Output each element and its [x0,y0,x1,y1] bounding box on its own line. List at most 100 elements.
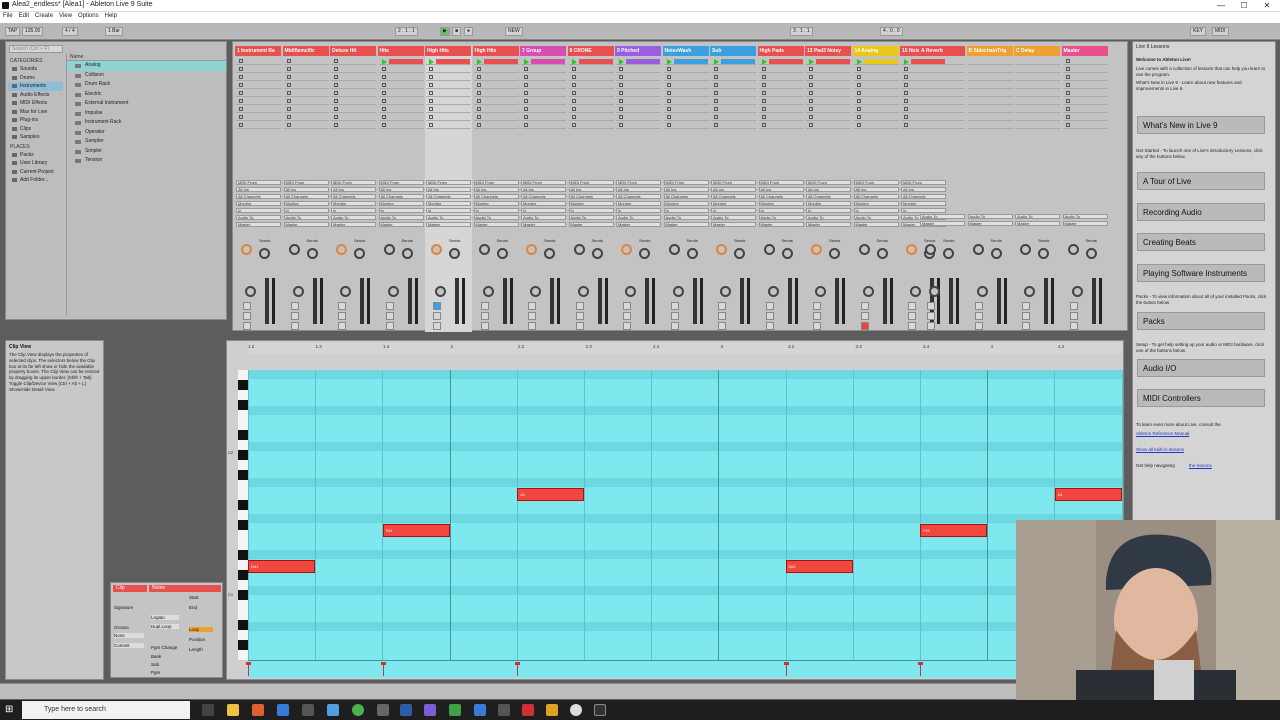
clip-stop-icon[interactable] [571,107,576,111]
clip-stop-icon[interactable] [856,75,861,79]
routing-field[interactable]: Audio To [758,215,804,220]
track-number-button[interactable] [927,302,935,310]
clip-stop-icon[interactable] [286,115,291,119]
clip-slot[interactable] [1015,58,1060,65]
solo-button[interactable] [243,312,251,320]
clip-slot[interactable] [663,90,709,97]
clip-slot[interactable] [283,58,329,65]
clip-stop-icon[interactable] [856,91,861,95]
menu-create[interactable]: Create [32,12,56,20]
clip-stop-icon[interactable] [904,83,908,87]
lesson-packs-button[interactable]: Packs [1137,312,1265,330]
pan-knob[interactable] [482,286,494,297]
app-icon[interactable] [546,704,558,716]
clip-stop-icon[interactable] [429,67,433,71]
black-key[interactable] [238,620,248,630]
clip-stop-icon[interactable] [714,67,718,71]
clip-stop-icon[interactable] [239,99,243,103]
volume-fader[interactable] [265,278,269,324]
clip-stop-icon[interactable] [239,91,243,95]
clip-stop-icon[interactable] [381,107,386,111]
clip-stop-icon[interactable] [239,115,243,119]
clip-stop-icon[interactable] [619,99,623,103]
clip-slot[interactable] [1015,122,1060,129]
routing-field[interactable]: MIDI From [426,180,471,185]
velocity-marker[interactable] [515,662,521,676]
lesson-software-instruments-button[interactable]: Playing Software Instruments [1137,264,1265,282]
menu-options[interactable]: Options [75,12,102,20]
clip-stop-icon[interactable] [239,67,243,71]
black-key[interactable] [238,430,248,440]
clip-slot[interactable] [426,74,471,81]
clip-stop-icon[interactable] [904,67,908,71]
routing-field[interactable]: MIDI From [521,180,566,185]
clip-stop-icon[interactable] [239,123,243,127]
routing-field[interactable]: Audio To [711,215,756,220]
clip-slot[interactable] [711,114,756,121]
clip-slot[interactable] [568,90,614,97]
menu-file[interactable]: File [0,12,16,20]
clip-stop-icon[interactable] [856,115,861,119]
routing-field[interactable]: Monitor [663,201,709,206]
clip-slot[interactable] [378,82,424,89]
clip-stop-icon[interactable] [334,83,338,87]
routing-field[interactable]: Master [521,222,566,227]
volume-fader[interactable] [740,278,744,324]
routing-field[interactable]: Monitor [378,201,424,206]
clip-slot[interactable] [568,114,614,121]
track-title[interactable]: Deluxe Hit [330,46,376,56]
clip-slot[interactable] [331,106,376,113]
place-user-library[interactable]: User Library [8,159,63,168]
clip-slot[interactable] [283,106,329,113]
clip-stop-icon[interactable] [666,115,671,119]
clip-slot[interactable] [331,90,376,97]
black-key[interactable] [238,590,248,600]
clip-launch-icon[interactable] [381,59,387,65]
volume-fader[interactable] [882,278,887,324]
volume-fader[interactable] [1044,278,1048,324]
clip-slot[interactable] [236,66,281,73]
clip-slot[interactable] [616,82,661,89]
clip-slot[interactable] [283,74,329,81]
pan-knob[interactable] [340,286,351,297]
clip-stop-icon[interactable] [524,123,528,127]
send-b-knob[interactable] [544,248,555,259]
track-title[interactable]: Master [1061,46,1108,56]
send-a-knob[interactable] [858,244,870,255]
clip-stop-icon[interactable] [619,123,623,127]
clip-stop-icon[interactable] [619,75,623,79]
clip-slot[interactable] [967,106,1013,113]
notes-tab[interactable]: Notes [149,585,221,592]
time-signature-field[interactable]: 4 / 4 [62,27,78,36]
send-a-knob[interactable] [925,244,936,255]
clip-launch-icon[interactable] [904,59,909,65]
clip-slot[interactable] [473,90,519,97]
maximize-button[interactable]: ☐ [1233,0,1255,12]
clip-slot[interactable] [1015,98,1060,105]
clip-stop-icon[interactable] [714,91,718,95]
clip-slot[interactable] [378,114,424,121]
clip-slot[interactable] [426,98,471,105]
routing-field[interactable]: All Ins [426,187,471,192]
clip-stop-icon[interactable] [286,75,291,79]
quantization-menu[interactable]: 1 Bar [105,27,123,36]
clip-slot[interactable] [521,98,566,105]
reference-manual-link[interactable]: Ableton Reference Manual [1136,431,1189,436]
clip-slot[interactable] [236,90,281,97]
browser-item[interactable]: Sampler [67,137,226,147]
routing-field[interactable]: All Channels [426,194,471,199]
clip-slot[interactable] [331,122,376,129]
clip-slot[interactable] [920,114,965,121]
clip-stop-icon[interactable] [524,107,528,111]
solo-button[interactable] [338,312,346,320]
routing-field[interactable]: Monitor [521,201,566,206]
clip-slot[interactable] [426,90,471,97]
clip-slot[interactable] [967,82,1013,89]
clip-slot[interactable] [283,90,329,97]
clip-stop-icon[interactable] [666,83,671,87]
clip-stop-icon[interactable] [239,59,243,63]
routing-field[interactable]: All Ins [236,187,281,192]
clip-stop-icon[interactable] [381,75,386,79]
clip-stop-icon[interactable] [761,83,766,87]
volume-fader[interactable] [787,278,792,324]
